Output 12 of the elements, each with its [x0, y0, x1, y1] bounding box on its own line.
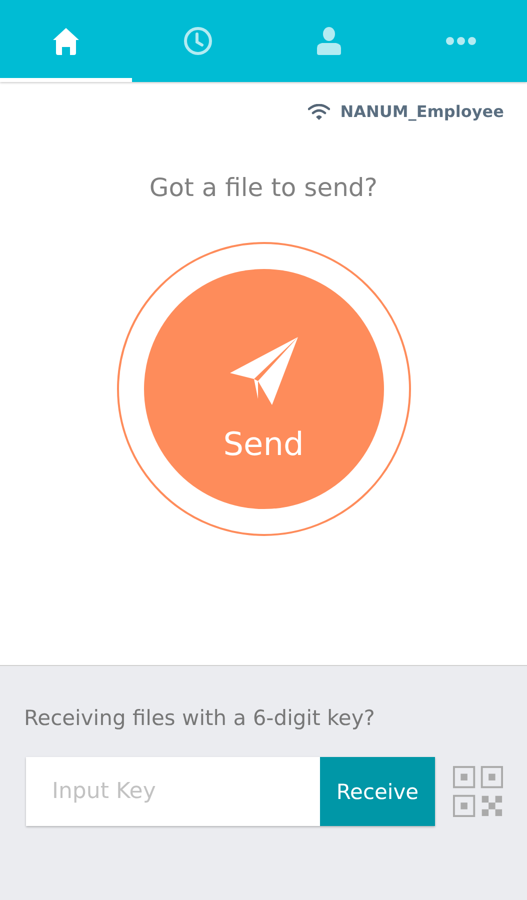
- send-prompt: Got a file to send?: [149, 173, 378, 202]
- receive-button[interactable]: Receive: [320, 757, 435, 826]
- clock-icon: [182, 26, 213, 56]
- send-button[interactable]: Send: [144, 269, 384, 509]
- key-input-field[interactable]: Input Key: [26, 757, 320, 826]
- paper-plane-icon: [228, 334, 300, 406]
- more-icon: [445, 36, 478, 46]
- network-name: NANUM_Employee: [340, 102, 504, 121]
- receive-prompt: Receiving files with a 6-digit key?: [24, 706, 376, 730]
- qr-code-icon[interactable]: [453, 764, 503, 818]
- home-icon: [50, 26, 81, 56]
- wifi-icon: [308, 104, 330, 120]
